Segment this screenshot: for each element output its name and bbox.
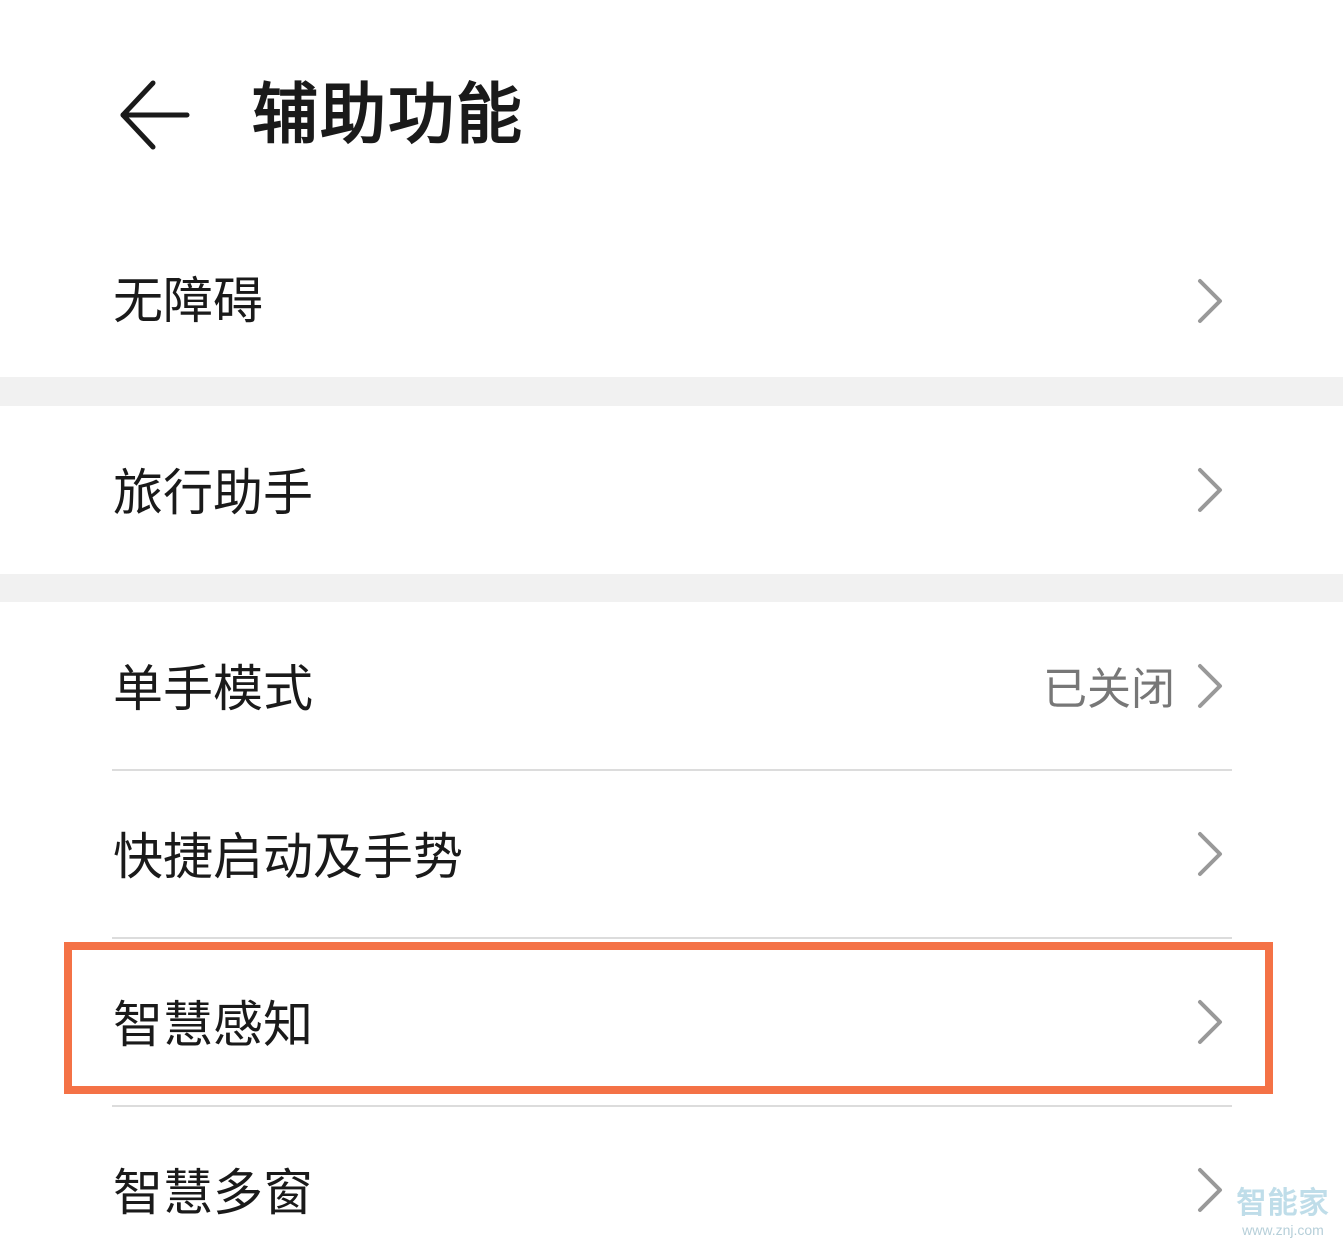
status-value: 已关闭 xyxy=(1043,664,1175,715)
back-button[interactable] xyxy=(108,70,198,160)
arrow-left-icon xyxy=(120,80,190,150)
list-item-label: 快捷启动及手势 xyxy=(113,828,463,886)
list-item-travel-assistant[interactable]: 旅行助手 xyxy=(0,406,1343,574)
list-item-smart-perception[interactable]: 智慧感知 xyxy=(0,939,1343,1105)
list-item-label: 智慧多窗 xyxy=(113,1164,313,1222)
header: 辅助功能 xyxy=(0,0,1343,225)
section-gap xyxy=(0,377,1343,406)
chevron-right-icon xyxy=(1198,279,1222,323)
chevron-right-icon xyxy=(1198,832,1222,876)
watermark: 智能家 www.znj.com xyxy=(1228,1186,1338,1244)
list-item-one-hand-mode[interactable]: 单手模式 已关闭 xyxy=(0,602,1343,770)
chevron-right-icon xyxy=(1198,1000,1222,1044)
chevron-right-icon xyxy=(1198,664,1222,708)
chevron-right-icon xyxy=(1198,1168,1222,1212)
list-item-label: 单手模式 xyxy=(113,660,313,718)
list-item-smart-multi-window[interactable]: 智慧多窗 xyxy=(0,1107,1343,1250)
watermark-url: www.znj.com xyxy=(1242,1222,1324,1238)
section-gap xyxy=(0,574,1343,602)
page-title: 辅助功能 xyxy=(252,76,524,153)
list-item-shortcuts-gestures[interactable]: 快捷启动及手势 xyxy=(0,771,1343,937)
list-item-label: 智慧感知 xyxy=(113,996,313,1054)
list-item-label: 无障碍 xyxy=(113,272,263,330)
watermark-logo: 智能家 xyxy=(1236,1186,1330,1221)
chevron-right-icon xyxy=(1198,468,1222,512)
list-item-label: 旅行助手 xyxy=(113,464,313,522)
list-item-accessibility[interactable]: 无障碍 xyxy=(0,225,1343,377)
